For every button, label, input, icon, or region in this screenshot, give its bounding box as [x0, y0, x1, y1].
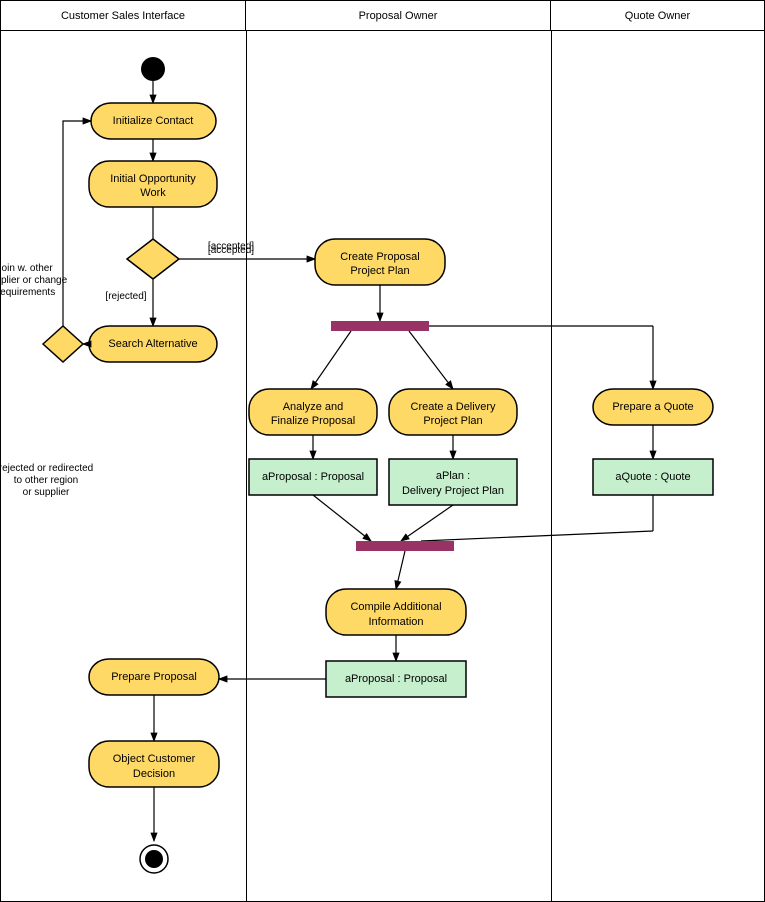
arrow-join-compile — [396, 551, 405, 589]
header-col1: Customer Sales Interface — [1, 1, 246, 30]
aproposal1-label: aProposal : Proposal — [262, 471, 364, 483]
prepare-quote-label: Prepare a Quote — [612, 401, 693, 413]
rejected-label: [rejected] — [105, 291, 146, 302]
decision-diamond — [127, 239, 179, 279]
search-alt-label: Search Alternative — [108, 338, 197, 350]
create-proposal-label2: Project Plan — [350, 265, 409, 277]
delivery-label1: Create a Delivery — [411, 401, 496, 413]
join-bar2 — [356, 541, 454, 551]
accepted-text: [accepted] — [208, 241, 254, 252]
object-label2: Decision — [133, 768, 175, 780]
diagram-svg: Initialize Contact Initial Opportunity W… — [1, 31, 765, 902]
join-note2: supplier or change — [1, 275, 68, 286]
arrow-loop-back — [63, 121, 91, 326]
aproposal2-label: aProposal : Proposal — [345, 673, 447, 685]
arrow-fork-analyze — [311, 331, 351, 389]
analyze-label1: Analyze and — [283, 401, 344, 413]
arrow-aproposal-join — [313, 495, 371, 541]
compile-label2: Information — [368, 616, 423, 628]
header-col3: Quote Owner — [551, 1, 764, 30]
initial-opp-label1: Initial Opportunity — [110, 173, 196, 185]
aplan-label2: Delivery Project Plan — [402, 485, 504, 497]
analyze-label2: Finalize Proposal — [271, 415, 355, 427]
create-proposal-label1: Create Proposal — [340, 251, 420, 263]
header-col2: Proposal Owner — [246, 1, 551, 30]
aplan-node — [389, 459, 517, 505]
start-node — [141, 57, 165, 81]
diagram-container: Customer Sales Interface Proposal Owner … — [0, 0, 765, 902]
rejected-note2: to other region — [14, 475, 79, 486]
header: Customer Sales Interface Proposal Owner … — [1, 1, 764, 31]
compile-label1: Compile Additional — [350, 601, 441, 613]
aquote-label: aQuote : Quote — [615, 471, 690, 483]
rejected-note3: or supplier — [23, 487, 70, 498]
prepare-proposal-label: Prepare Proposal — [111, 671, 197, 683]
arrow-fork-delivery — [409, 331, 453, 389]
join-note3: requirements — [1, 287, 55, 298]
join-note: join w. other — [1, 263, 53, 274]
delivery-label2: Project Plan — [423, 415, 482, 427]
left-diamond — [43, 326, 83, 362]
rejected-note1: rejected or redirected — [1, 463, 93, 474]
arrow-aplan-join — [401, 505, 453, 541]
aplan-label1: aPlan : — [436, 470, 470, 482]
initial-opp-label2: Work — [140, 187, 166, 199]
initialize-contact-label: Initialize Contact — [113, 115, 194, 127]
object-label1: Object Customer — [113, 753, 196, 765]
end-inner — [145, 850, 163, 868]
line-aquote-join2 — [421, 531, 653, 541]
fork-bar1 — [331, 321, 429, 331]
